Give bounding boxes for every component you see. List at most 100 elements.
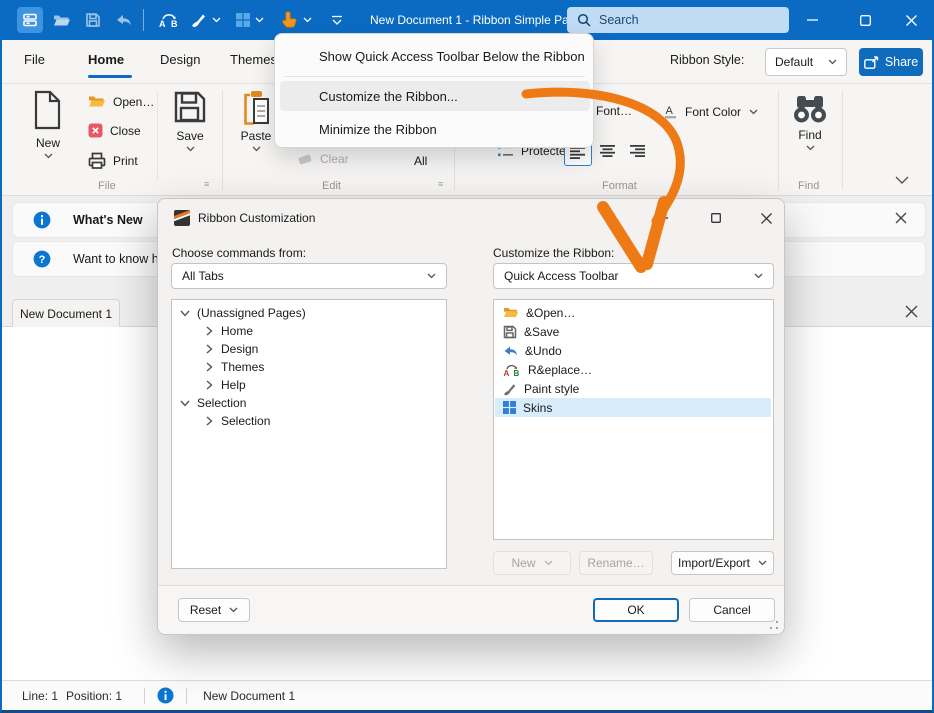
info-icon[interactable] bbox=[157, 687, 174, 704]
dialog-close-button[interactable] bbox=[746, 207, 786, 229]
close-doc-button[interactable]: Close bbox=[88, 123, 141, 138]
save-quick-button[interactable] bbox=[79, 5, 107, 35]
document-tab[interactable]: New Document 1 bbox=[12, 299, 120, 327]
tab-home[interactable]: Home bbox=[88, 52, 124, 67]
chevron-expanded-icon bbox=[180, 398, 190, 408]
share-button[interactable]: Share bbox=[859, 48, 923, 76]
undo-icon bbox=[115, 13, 132, 27]
file-dialog-launcher[interactable]: ≡ bbox=[204, 179, 209, 189]
qat-overflow-button[interactable] bbox=[324, 5, 350, 35]
qat-dropdown-button[interactable] bbox=[274, 5, 318, 35]
edit-all-item[interactable]: All bbox=[414, 154, 427, 168]
tree-item-selection-child[interactable]: Selection bbox=[204, 412, 270, 430]
menu-item-customize-ribbon[interactable]: Customize the Ribbon... bbox=[280, 81, 590, 111]
resize-grip[interactable] bbox=[770, 621, 779, 630]
qat-context-menu: Show Quick Access Toolbar Below the Ribb… bbox=[274, 33, 594, 148]
import-export-button[interactable]: Import/Export bbox=[671, 551, 774, 575]
save-button[interactable]: Save bbox=[166, 90, 214, 152]
search-input[interactable] bbox=[599, 13, 769, 27]
question-icon: ? bbox=[33, 250, 51, 268]
font-color-icon: A bbox=[664, 104, 677, 119]
tab-design[interactable]: Design bbox=[160, 52, 200, 67]
collapse-ribbon-button[interactable] bbox=[895, 172, 909, 190]
maximize-button[interactable] bbox=[842, 0, 888, 40]
tree-item-help[interactable]: Help bbox=[204, 376, 246, 394]
share-label: Share bbox=[885, 55, 918, 69]
commands-source-dropdown[interactable]: All Tabs bbox=[171, 263, 447, 289]
tree-item-themes[interactable]: Themes bbox=[204, 358, 264, 376]
search-box[interactable] bbox=[567, 7, 789, 33]
app-menu-button[interactable] bbox=[14, 5, 46, 35]
ribbon-style-dropdown[interactable]: Default bbox=[765, 48, 847, 76]
skins-quick-button[interactable] bbox=[230, 5, 270, 35]
align-center-button[interactable] bbox=[600, 144, 616, 162]
paint-style-quick-button[interactable] bbox=[186, 5, 226, 35]
close-button[interactable] bbox=[888, 0, 934, 40]
tab-themes[interactable]: Themes bbox=[230, 52, 277, 67]
font-button[interactable]: Font… bbox=[596, 104, 632, 118]
menu-item-show-qat-below[interactable]: Show Quick Access Toolbar Below the Ribb… bbox=[280, 41, 590, 71]
svg-text:A: A bbox=[666, 105, 674, 117]
undo-icon bbox=[503, 345, 518, 357]
clear-button[interactable]: Clear bbox=[296, 152, 349, 166]
reset-label: Reset bbox=[190, 603, 221, 617]
paste-icon bbox=[241, 90, 271, 126]
dialog-title: Ribbon Customization bbox=[198, 211, 315, 225]
tree-item-home[interactable]: Home bbox=[204, 322, 253, 340]
replace-quick-button[interactable]: A B bbox=[154, 5, 184, 35]
maximize-icon bbox=[711, 213, 721, 223]
close-document-button[interactable] bbox=[905, 305, 918, 323]
commands-tree-panel: (Unassigned Pages) Home Design Themes He… bbox=[171, 299, 447, 569]
list-item-undo[interactable]: &Undo bbox=[495, 341, 771, 360]
save-icon bbox=[85, 12, 101, 28]
chevron-expanded-icon bbox=[180, 308, 190, 318]
minimize-button[interactable] bbox=[789, 0, 835, 40]
list-item-save[interactable]: &Save bbox=[495, 322, 771, 341]
ribbon-customization-dialog: Ribbon Customization Choose commands fro… bbox=[157, 198, 785, 635]
tree-item-design[interactable]: Design bbox=[204, 340, 258, 358]
find-button[interactable]: Find bbox=[784, 94, 836, 151]
tree-item-unassigned-pages[interactable]: (Unassigned Pages) bbox=[180, 304, 306, 322]
reset-button[interactable]: Reset bbox=[178, 598, 250, 622]
dismiss-whats-new-button[interactable] bbox=[895, 211, 907, 229]
qat-overflow-icon bbox=[331, 15, 343, 26]
new-label: New bbox=[36, 136, 60, 150]
dialog-maximize-button[interactable] bbox=[696, 207, 736, 229]
font-color-button[interactable]: A Font Color bbox=[664, 104, 758, 119]
list-item-open[interactable]: &Open… bbox=[495, 303, 771, 322]
clear-label: Clear bbox=[320, 152, 349, 166]
list-item-label: &Undo bbox=[525, 344, 562, 358]
dialog-minimize-button[interactable] bbox=[643, 207, 683, 229]
cancel-button[interactable]: Cancel bbox=[689, 598, 775, 622]
close-icon bbox=[905, 305, 918, 318]
open-quick-button[interactable] bbox=[48, 5, 76, 35]
list-item-paint-style[interactable]: Paint style bbox=[495, 379, 771, 398]
ok-button[interactable]: OK bbox=[593, 598, 679, 622]
menu-item-minimize-ribbon[interactable]: Minimize the Ribbon bbox=[280, 114, 590, 144]
open-button[interactable]: Open… bbox=[88, 94, 154, 109]
list-item-skins[interactable]: Skins bbox=[495, 398, 771, 417]
replace-icon: A B bbox=[503, 363, 521, 377]
app-icon bbox=[17, 7, 43, 33]
chevron-down-icon bbox=[806, 145, 815, 151]
list-item-replace[interactable]: A B R&eplace… bbox=[495, 360, 771, 379]
undo-quick-button[interactable] bbox=[109, 5, 137, 35]
status-bar: Line: 1 Position: 1 New Document 1 bbox=[2, 680, 932, 710]
paste-button[interactable]: Paste bbox=[232, 90, 280, 152]
rename-button[interactable]: Rename… bbox=[579, 551, 653, 575]
chevron-down-icon bbox=[749, 109, 758, 115]
list-item-label: &Save bbox=[524, 325, 559, 339]
align-right-button[interactable] bbox=[630, 144, 646, 162]
tab-file[interactable]: File bbox=[24, 52, 45, 67]
print-button[interactable]: Print bbox=[88, 152, 138, 169]
chevron-down-icon bbox=[255, 17, 264, 23]
new-page-button[interactable]: New bbox=[493, 551, 571, 575]
commands-source-value: All Tabs bbox=[182, 269, 224, 283]
new-button[interactable]: New bbox=[24, 90, 72, 159]
customize-target-dropdown[interactable]: Quick Access Toolbar bbox=[493, 263, 774, 289]
tree-item-label: Themes bbox=[221, 360, 264, 374]
edit-dialog-launcher[interactable]: ≡ bbox=[438, 179, 443, 189]
skins-grid-icon bbox=[503, 401, 516, 414]
choose-commands-label: Choose commands from: bbox=[172, 246, 306, 260]
tree-item-selection[interactable]: Selection bbox=[180, 394, 246, 412]
